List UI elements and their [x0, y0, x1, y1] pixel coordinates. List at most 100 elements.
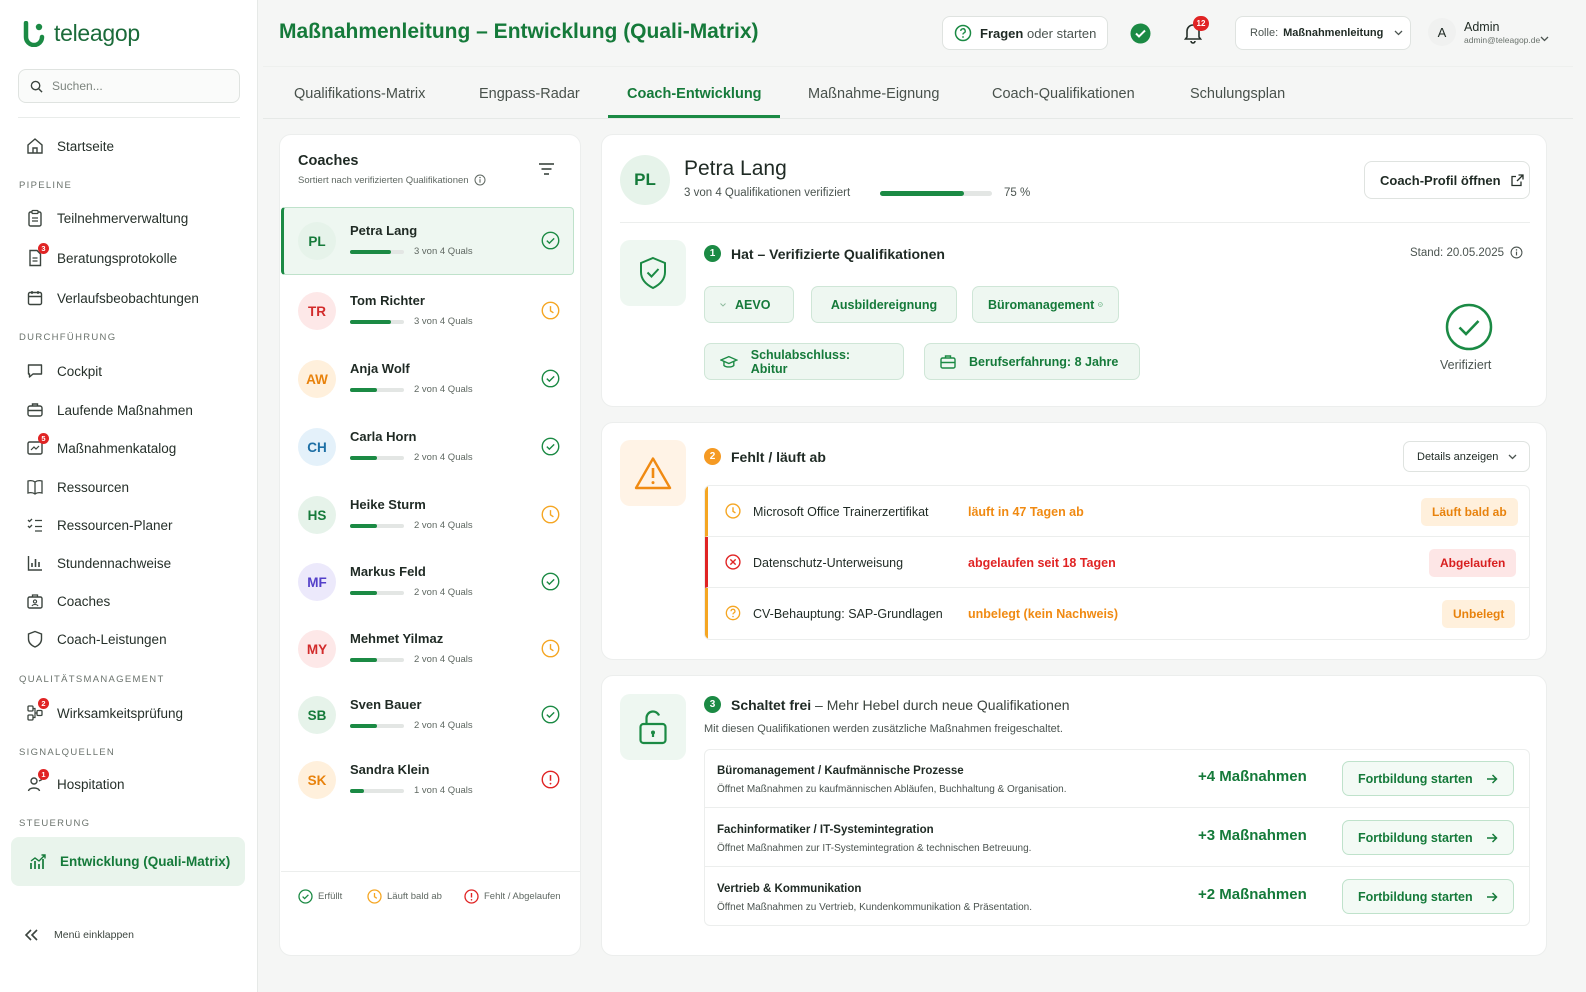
sidebar-item-hospitation[interactable]: 1 Hospitation	[18, 769, 240, 798]
unlock-row: Vertrieb & Kommunikation Öffnet Maßnahme…	[705, 868, 1529, 926]
unlock-row-desc: Öffnet Maßnahmen zur IT-Systemintegratio…	[717, 843, 1032, 854]
sidebar-item-coaches[interactable]: Coaches	[18, 587, 240, 615]
coach-quals: 3 von 4 Quals	[414, 316, 473, 327]
profile-progress-bar	[880, 191, 992, 196]
coach-list-item[interactable]: CH Carla Horn 2 von 4 Quals	[280, 413, 582, 481]
missing-heading: 2 Fehlt / läuft ab	[704, 448, 826, 465]
user-menu[interactable]: A Admin admin@teleagop.de	[1428, 18, 1549, 46]
tab-engpass-radar[interactable]: Engpass-Radar	[479, 86, 580, 102]
coach-progress-fill	[350, 789, 364, 793]
missing-row-status: läuft in 47 Tagen ab	[968, 505, 1084, 519]
search-input[interactable]	[52, 79, 222, 93]
qual-chip-berufserfahrung[interactable]: Berufserfahrung: 8 Jahre	[924, 343, 1140, 380]
logo[interactable]: teleagop	[22, 20, 140, 47]
tab-coach-entwicklung[interactable]: Coach-Entwicklung	[627, 86, 762, 102]
tab-qualifikations-matrix[interactable]: Qualifikations-Matrix	[294, 86, 425, 102]
open-coach-profile-button[interactable]: Coach-Profil öffnen	[1364, 161, 1530, 199]
sidebar-item-ressourcen-planer[interactable]: Ressourcen-Planer	[18, 511, 240, 539]
sidebar-item-label: Ressourcen-Planer	[57, 517, 173, 533]
missing-row-title: Microsoft Office Trainerzertifikat	[753, 505, 929, 519]
sidebar-item-stundennachweise[interactable]: Stundennachweise	[18, 549, 240, 577]
sidebar: teleagop Startseite PIPELINE Teilnehmerver…	[0, 0, 258, 992]
sidebar-item-ressourcen[interactable]: Ressourcen	[18, 473, 240, 501]
x-circle-icon	[725, 554, 741, 570]
nav-section-title: SIGNALQUELLEN	[19, 747, 116, 758]
sidebar-item-startseite[interactable]: Startseite	[18, 132, 240, 160]
alert-circle-icon	[541, 770, 560, 789]
chevron-down-icon	[1508, 454, 1517, 459]
coach-list-item[interactable]: AW Anja Wolf 2 von 4 Quals	[280, 345, 582, 413]
sidebar-item-label: Beratungsprotokolle	[57, 250, 178, 266]
missing-row[interactable]: Microsoft Office Trainerzertifikat läuft…	[705, 486, 1529, 537]
checklist-icon	[26, 516, 44, 534]
unlock-row: Fachinformatiker / IT-Systemintegration …	[705, 809, 1529, 867]
unlock-list: Büromanagement / Kaufmännische Prozesse …	[704, 749, 1530, 926]
chip-label: AEVO	[735, 297, 771, 312]
missing-row-title: Datenschutz-Unterweisung	[753, 556, 904, 570]
sidebar-item-entwicklung-quali-matrix[interactable]: Entwicklung (Quali-Matrix)	[11, 837, 245, 886]
role-select[interactable]: Rolle: Maßnahmenleitung	[1235, 16, 1411, 50]
missing-row-status: abgelaufen seit 18 Tagen	[968, 556, 1116, 570]
sidebar-item-cockpit[interactable]: Cockpit	[18, 357, 240, 385]
coach-progress-bar	[350, 250, 404, 254]
missing-row[interactable]: CV-Behauptung: SAP-Grundlagen unbelegt (…	[705, 588, 1529, 639]
ask-label-bold: Fragen	[980, 25, 1024, 41]
tab-massnahme-eignung[interactable]: Maßnahme-Eignung	[808, 86, 939, 102]
clock-icon	[725, 503, 741, 519]
user-icon: 1	[26, 769, 49, 793]
external-link-icon	[1510, 173, 1524, 186]
coach-quals: 2 von 4 Quals	[414, 587, 473, 598]
coach-avatar: AW	[298, 360, 336, 398]
catalog-icon: 5	[26, 433, 49, 457]
shield-icon	[26, 630, 44, 648]
unlock-row-count: +2 Maßnahmen	[1198, 886, 1307, 903]
tab-schulungsplan[interactable]: Schulungsplan	[1190, 86, 1285, 102]
user-name: Admin	[1464, 19, 1500, 34]
qual-chip-ausbildereignung[interactable]: Ausbildereignung	[811, 286, 957, 323]
sidebar-item-label: Teilnehmerverwaltung	[57, 210, 189, 226]
search-box[interactable]	[18, 69, 240, 103]
verified-heading: 1 Hat – Verifizierte Qualifikationen	[704, 245, 945, 262]
info-icon[interactable]	[474, 174, 486, 186]
collapse-menu-button[interactable]: Menü einklappen	[24, 928, 134, 942]
sidebar-item-coach-leistungen[interactable]: Coach-Leistungen	[18, 625, 240, 653]
coach-list-item[interactable]: TR Tom Richter 3 von 4 Quals	[280, 277, 582, 345]
coach-progress-fill	[350, 250, 391, 254]
coach-list-item[interactable]: MY Mehmet Yilmaz 2 von 4 Quals	[280, 615, 582, 683]
sidebar-item-maßnahmenkatalog[interactable]: 5 Maßnahmenkatalog	[18, 433, 240, 462]
sidebar-item-teilnehmerverwaltung[interactable]: Teilnehmerverwaltung	[18, 204, 240, 232]
qual-chip-bueromanagement[interactable]: Büromanagement	[972, 286, 1119, 323]
missing-list: Microsoft Office Trainerzertifikat läuft…	[704, 485, 1530, 640]
info-icon[interactable]	[1510, 246, 1523, 259]
sort-filter-icon[interactable]	[538, 162, 555, 176]
chip-label: Schulabschluss: Abitur	[750, 347, 851, 376]
start-training-label: Fortbildung starten	[1358, 889, 1473, 904]
coach-list-item[interactable]: SB Sven Bauer 2 von 4 Quals	[280, 681, 582, 749]
sidebar-item-wirksamkeitsprüfung[interactable]: 2 Wirksamkeitsprüfung	[18, 698, 240, 727]
coach-list-item[interactable]: PL Petra Lang 3 von 4 Quals	[281, 207, 574, 275]
coach-list-item[interactable]: SK Sandra Klein 1 von 4 Quals	[280, 746, 582, 814]
sidebar-item-label: Laufende Maßnahmen	[57, 402, 193, 418]
ask-or-start-button[interactable]: Fragen oder starten	[942, 16, 1108, 50]
missing-row[interactable]: Datenschutz-Unterweisung abgelaufen seit…	[705, 537, 1529, 588]
coach-name: Heike Sturm	[350, 497, 426, 512]
start-training-button[interactable]: Fortbildung starten	[1342, 879, 1514, 914]
qual-chip-schulabschluss[interactable]: Schulabschluss: Abitur	[704, 343, 904, 380]
qual-chip-aevo[interactable]: AEVO	[704, 286, 794, 323]
start-training-button[interactable]: Fortbildung starten	[1342, 820, 1514, 855]
sidebar-item-verlaufsbeobachtungen[interactable]: Verlaufsbeobachtungen	[18, 284, 240, 312]
sidebar-item-beratungsprotokolle[interactable]: 3 Beratungsprotokolle	[18, 243, 240, 272]
start-training-button[interactable]: Fortbildung starten	[1342, 761, 1514, 796]
coach-list-item[interactable]: HS Heike Sturm 2 von 4 Quals	[280, 481, 582, 549]
details-button[interactable]: Details anzeigen	[1403, 441, 1530, 472]
coach-list-item[interactable]: MF Markus Feld 2 von 4 Quals	[280, 548, 582, 616]
check-circle-icon	[541, 437, 560, 456]
sidebar-item-laufende-maßnahmen[interactable]: Laufende Maßnahmen	[18, 396, 240, 424]
missing-row-status: unbelegt (kein Nachweis)	[968, 607, 1119, 621]
status-check-icon[interactable]	[1130, 23, 1151, 44]
logo-text: teleagop	[54, 20, 140, 46]
tab-coach-qualifikationen[interactable]: Coach-Qualifikationen	[992, 86, 1135, 102]
sidebar-item-label: Coach-Leistungen	[57, 631, 167, 647]
verified-tile	[620, 240, 686, 306]
document-icon: 3	[26, 243, 49, 267]
